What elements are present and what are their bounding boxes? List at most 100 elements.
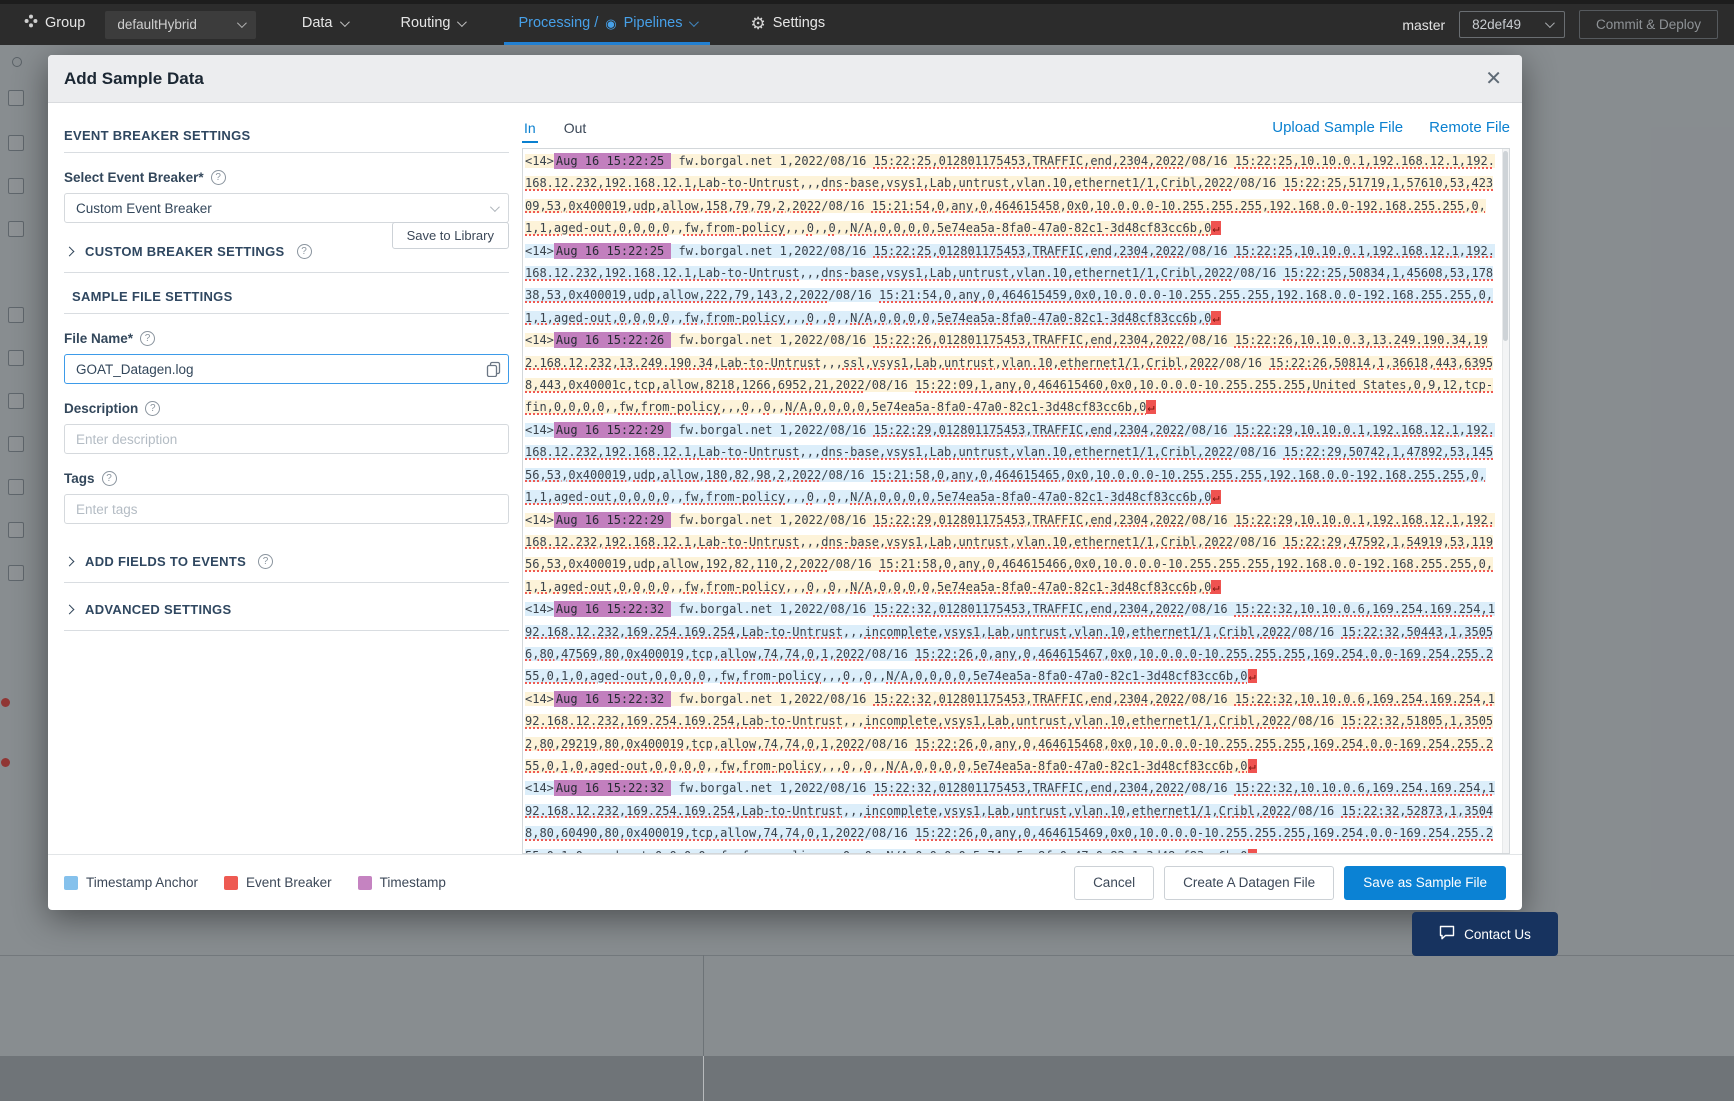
timestamp-highlight: Aug 16 15:22:32 [554, 601, 671, 617]
log-event: <14>Aug 16 15:22:32 fw.borgal.net 1,2022… [525, 688, 1495, 778]
commit-hash-selector[interactable]: 82def49 [1459, 11, 1565, 38]
settings-column: EVENT BREAKER SETTINGS Select Event Brea… [64, 128, 509, 631]
legend-swatch [224, 876, 238, 890]
select-event-breaker-label: Select Event Breaker* [64, 170, 509, 185]
timestamp-highlight: Aug 16 15:22:25 [554, 153, 671, 169]
copy-icon[interactable] [486, 361, 501, 382]
description-field-wrap [64, 424, 509, 454]
legend-item: Event Breaker [224, 875, 332, 890]
syslog-priority-tag: <14> [525, 513, 554, 527]
log-scrollbar-thumb[interactable] [1503, 151, 1508, 341]
description-input[interactable] [64, 424, 509, 454]
advanced-settings-toggle[interactable]: ADVANCED SETTINGS [64, 596, 509, 631]
preview-tabs: In Out Upload Sample File Remote File [522, 119, 1510, 148]
chat-icon [1439, 925, 1455, 943]
log-scrollbar[interactable] [1502, 149, 1509, 853]
commit-deploy-button[interactable]: Commit & Deploy [1579, 10, 1718, 39]
tags-label: Tags [64, 471, 509, 486]
file-name-label: File Name* [64, 331, 509, 346]
syslog-priority-tag: <14> [525, 333, 554, 347]
description-label: Description [64, 401, 509, 416]
log-event: <14>Aug 16 15:22:29 fw.borgal.net 1,2022… [525, 509, 1495, 599]
chevron-down-icon [689, 17, 699, 27]
create-datagen-file-button[interactable]: Create A Datagen File [1164, 866, 1334, 900]
help-icon[interactable] [140, 331, 155, 346]
group-selector-value: defaultHybrid [117, 17, 197, 32]
add-sample-data-modal: Add Sample Data ✕ EVENT BREAKER SETTINGS… [48, 55, 1522, 910]
syslog-priority-tag: <14> [525, 602, 554, 616]
timestamp-highlight: Aug 16 15:22:29 [554, 422, 671, 438]
help-icon[interactable] [258, 554, 273, 569]
pipelines-icon: ◉ [605, 17, 616, 30]
event-breaker-marker: ↵ [1211, 311, 1220, 325]
top-nav: Group defaultHybrid Data Routing Process… [0, 0, 1734, 45]
nav-data[interactable]: Data [288, 4, 361, 45]
group-menu[interactable]: Group [0, 4, 99, 45]
event-breaker-select[interactable]: Custom Event Breaker [64, 193, 509, 223]
timestamp-highlight: Aug 16 15:22:26 [554, 332, 671, 348]
custom-breaker-settings-toggle[interactable]: CUSTOM BREAKER SETTINGS Save to Library [64, 238, 509, 273]
syslog-priority-tag: <14> [525, 781, 554, 795]
group-label: Group [45, 15, 85, 31]
syslog-priority-tag: <14> [525, 244, 554, 258]
log-event: <14>Aug 16 15:22:29 fw.borgal.net 1,2022… [525, 419, 1495, 509]
help-icon[interactable] [297, 244, 312, 259]
nav-routing[interactable]: Routing [387, 4, 479, 45]
modal-title: Add Sample Data [64, 69, 204, 89]
syslog-priority-tag: <14> [525, 154, 554, 168]
nav-processing-pipelines[interactable]: Processing / ◉ Pipelines [504, 4, 710, 45]
section-sample-file-settings: SAMPLE FILE SETTINGS [64, 289, 509, 314]
event-breaker-marker: ↵ [1248, 669, 1257, 683]
gear-icon: ⚙ [750, 15, 765, 32]
legend-item: Timestamp [358, 875, 446, 890]
add-fields-to-events-toggle[interactable]: ADD FIELDS TO EVENTS [64, 548, 509, 583]
branch-name: master [1402, 17, 1445, 33]
help-icon[interactable] [145, 401, 160, 416]
log-event: <14>Aug 16 15:22:25 fw.borgal.net 1,2022… [525, 240, 1495, 330]
event-breaker-marker: ↵ [1211, 490, 1220, 504]
tab-in[interactable]: In [522, 119, 538, 143]
chevron-right-icon [65, 605, 75, 615]
file-name-field-wrap [64, 354, 509, 384]
chevron-right-icon [65, 247, 75, 257]
tags-field-wrap [64, 494, 509, 524]
timestamp-highlight: Aug 16 15:22:29 [554, 512, 671, 528]
legend-swatch [358, 876, 372, 890]
log-event: <14>Aug 16 15:22:25 fw.borgal.net 1,2022… [525, 150, 1495, 240]
remote-file-link[interactable]: Remote File [1429, 119, 1510, 136]
help-icon[interactable] [102, 471, 117, 486]
event-breaker-marker: ↵ [1248, 759, 1257, 773]
syslog-priority-tag: <14> [525, 692, 554, 706]
legend-item: Timestamp Anchor [64, 875, 198, 890]
cancel-button[interactable]: Cancel [1074, 866, 1154, 900]
timestamp-highlight: Aug 16 15:22:25 [554, 243, 671, 259]
chevron-down-icon [237, 18, 247, 28]
log-event: <14>Aug 16 15:22:32 fw.borgal.net 1,2022… [525, 777, 1495, 854]
log-event: <14>Aug 16 15:22:32 fw.borgal.net 1,2022… [525, 598, 1495, 688]
modal-header: Add Sample Data ✕ [48, 55, 1522, 103]
save-as-sample-file-button[interactable]: Save as Sample File [1344, 866, 1506, 900]
tab-out[interactable]: Out [562, 119, 589, 141]
nav-settings[interactable]: ⚙ Settings [736, 4, 839, 45]
chevron-down-icon [1545, 18, 1555, 28]
group-selector[interactable]: defaultHybrid [105, 11, 256, 39]
event-breaker-marker: ↵ [1211, 580, 1220, 594]
help-icon[interactable] [211, 170, 226, 185]
event-breaker-marker: ↵ [1211, 221, 1220, 235]
chevron-right-icon [65, 557, 75, 567]
chevron-down-icon [457, 17, 467, 27]
upload-sample-file-link[interactable]: Upload Sample File [1272, 119, 1403, 136]
log-event: <14>Aug 16 15:22:26 fw.borgal.net 1,2022… [525, 329, 1495, 419]
section-event-breaker-settings: EVENT BREAKER SETTINGS [64, 128, 509, 153]
close-icon[interactable]: ✕ [1485, 69, 1502, 89]
syslog-priority-tag: <14> [525, 423, 554, 437]
tags-input[interactable] [64, 494, 509, 524]
sample-preview-panel: <14>Aug 16 15:22:25 fw.borgal.net 1,2022… [522, 148, 1510, 854]
save-to-library-button[interactable]: Save to Library [392, 222, 509, 249]
contact-us-button[interactable]: Contact Us [1412, 912, 1558, 956]
preview-column: In Out Upload Sample File Remote File <1… [522, 119, 1510, 854]
chevron-down-icon [490, 202, 500, 212]
file-name-input[interactable] [64, 354, 509, 384]
modal-footer: Timestamp Anchor Event Breaker Timestamp C… [48, 854, 1522, 910]
event-breaker-marker: ↵ [1146, 400, 1155, 414]
